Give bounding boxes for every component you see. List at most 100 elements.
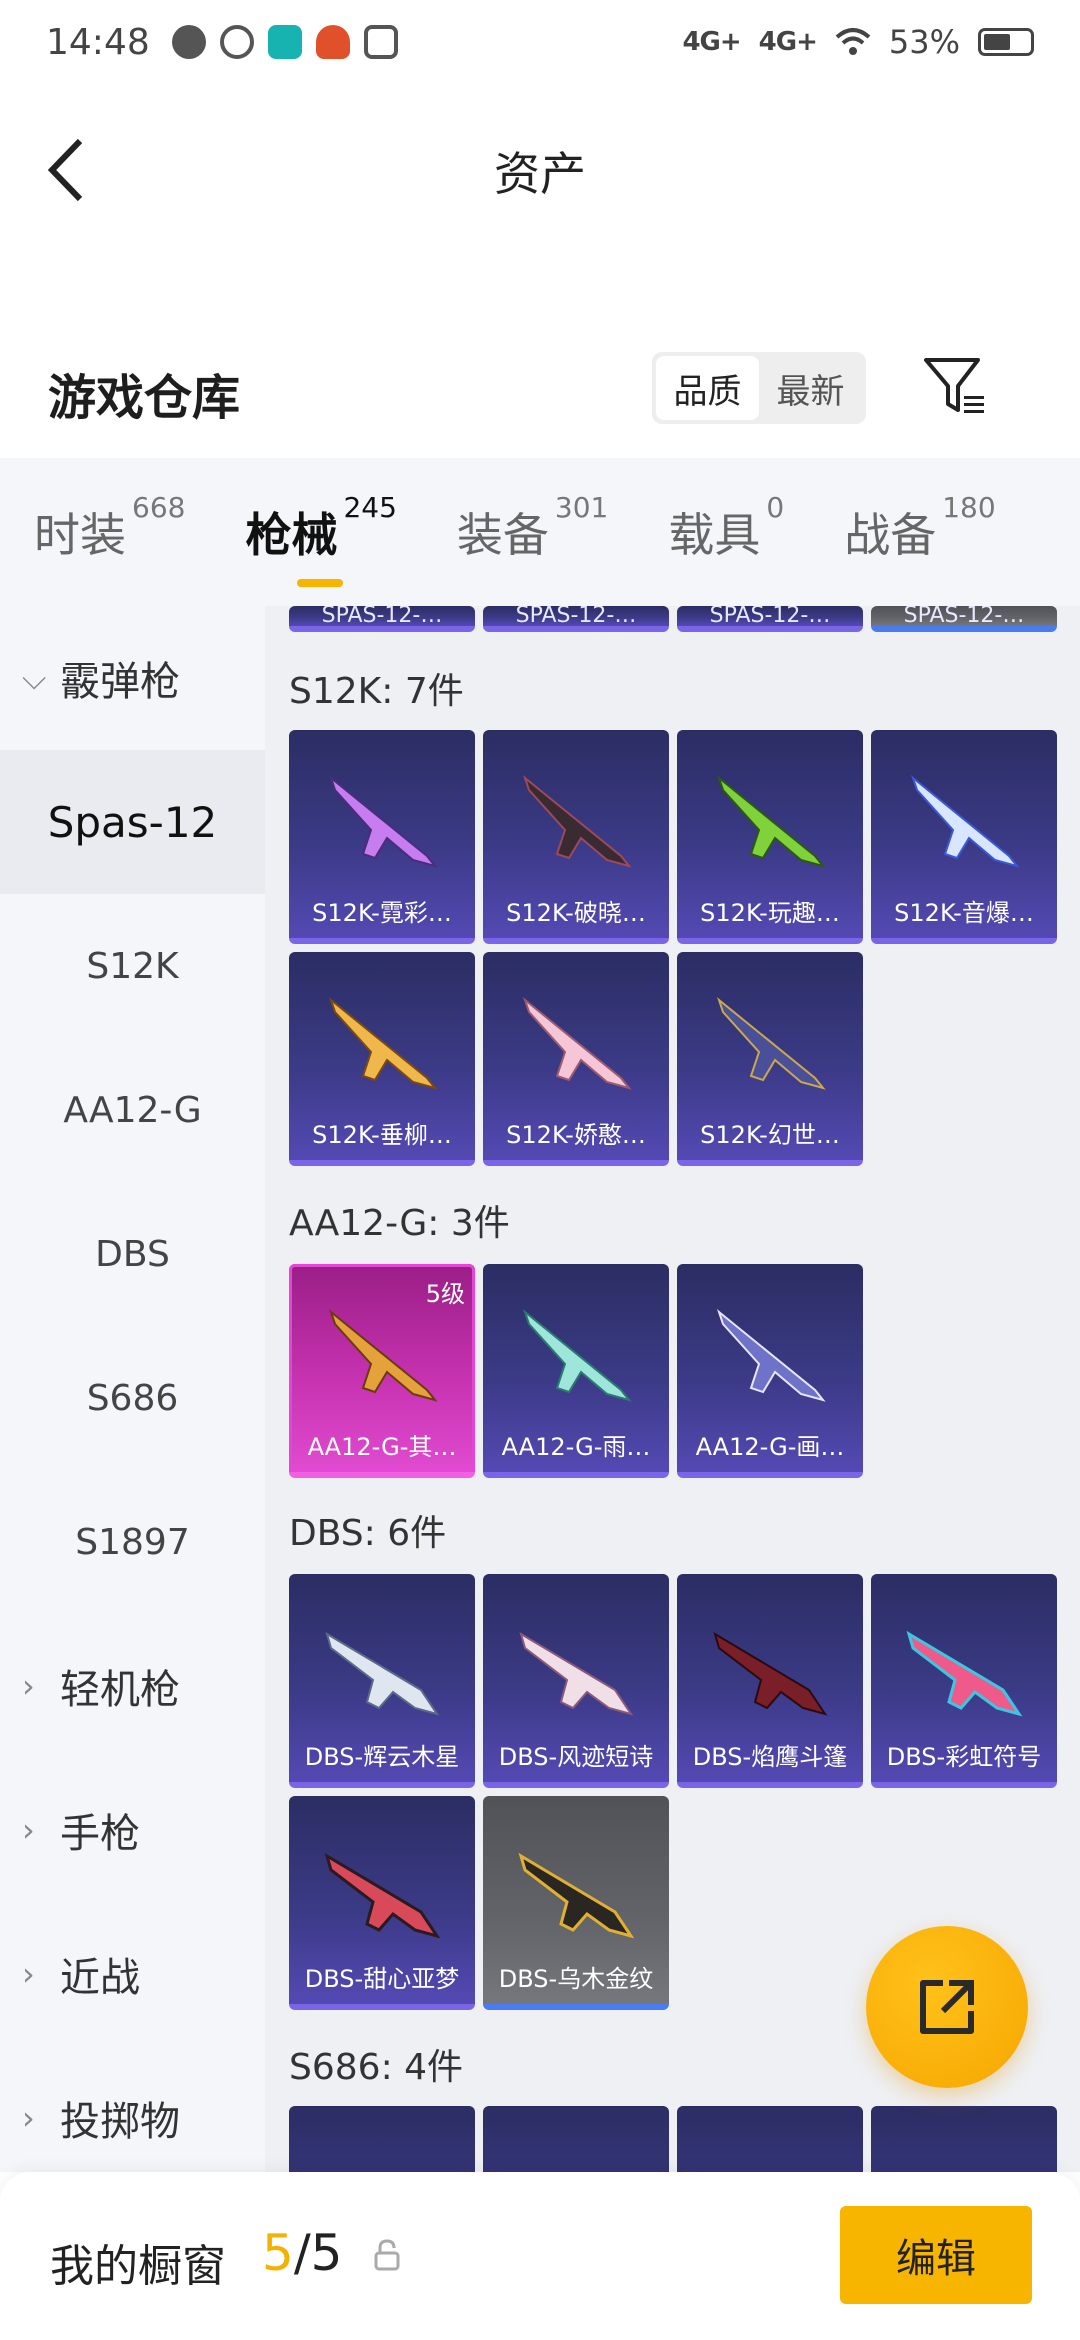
tab-supplies[interactable]: 战备 180 <box>844 491 995 565</box>
shotgun-icon <box>713 1631 828 1716</box>
weapon-name: S12K-玩趣… <box>700 899 840 927</box>
sort-toggle: 品质 最新 <box>652 352 866 424</box>
weapon-card[interactable] <box>677 2106 863 2172</box>
shop-app-icon <box>363 25 398 59</box>
rifle-icon <box>522 1309 632 1402</box>
weapon-name: DBS-焰鹰斗篷 <box>692 1743 848 1771</box>
tab-vehicles[interactable]: 载具 0 <box>668 491 784 565</box>
status-bar: 14:48 4G+ 4G+ 53% <box>0 0 1080 84</box>
sidebar-item-s686[interactable]: S686 <box>0 1326 265 1470</box>
weapon-name: S12K-幻世… <box>700 1121 840 1149</box>
weapon-card[interactable]: DBS-甜心亚梦 <box>289 1796 475 2010</box>
signal-icon: 4G+ <box>682 27 741 57</box>
weapon-name: S12K-破晓… <box>506 899 646 927</box>
sidebar-item-label: Spas-12 <box>47 797 218 847</box>
weapon-card[interactable] <box>483 2106 669 2172</box>
weapon-name: S12K-娇憨… <box>506 1121 646 1149</box>
sidebar-item-label: S1897 <box>75 1521 190 1563</box>
sidebar-group-label: 霰弹枪 <box>60 659 180 705</box>
rifle-icon <box>716 1309 826 1402</box>
app-root: 14:48 4G+ 4G+ 53% 资产 游戏仓库 品质 最新 时装 668 枪… <box>0 0 1080 2340</box>
sidebar-group-shotgun[interactable]: ⌵ 霰弹枪 <box>0 606 265 750</box>
weapon-name: DBS-辉云木星 <box>304 1743 460 1771</box>
tab-weapons[interactable]: 枪械 245 <box>245 491 397 587</box>
section-title-s12k: S12K: 7件 <box>289 671 464 712</box>
sort-quality-option[interactable]: 品质 <box>656 356 759 420</box>
weapon-card[interactable]: SPAS-12-… <box>677 606 863 632</box>
weapon-card[interactable]: DBS-焰鹰斗篷 <box>677 1574 863 1788</box>
sidebar-group-lmg[interactable]: › 轻机枪 <box>0 1614 265 1758</box>
weapon-name: SPAS-12-… <box>515 606 637 628</box>
weapon-card[interactable]: AA12-G-画… <box>677 1264 863 1478</box>
weapon-name: S12K-垂柳… <box>312 1121 452 1149</box>
weapon-card[interactable]: S12K-幻世… <box>677 952 863 1166</box>
weapon-card[interactable]: SPAS-12-… <box>289 606 475 632</box>
rifle-icon <box>328 997 438 1090</box>
weapon-card[interactable]: S12K-破晓… <box>483 730 669 944</box>
weapon-card[interactable]: S12K-音爆… <box>871 730 1057 944</box>
weapon-card[interactable]: S12K-霓彩… <box>289 730 475 944</box>
filter-icon <box>924 358 984 413</box>
tab-label: 时装 <box>34 508 126 562</box>
weapon-name: DBS-甜心亚梦 <box>304 1965 460 1993</box>
tab-equipment[interactable]: 装备 301 <box>456 491 608 565</box>
tab-fashion[interactable]: 时装 668 <box>34 491 185 565</box>
tab-label: 装备 <box>456 508 549 562</box>
showcase-count: 5/5 <box>262 2224 342 2282</box>
app-icon <box>219 25 254 59</box>
sidebar-group-label: 近战 <box>60 1955 140 2001</box>
chevron-right-icon: › <box>22 1955 35 1993</box>
sidebar-item-aa12g[interactable]: AA12-G <box>0 1038 265 1182</box>
weapon-card[interactable]: AA12-G-雨… <box>483 1264 669 1478</box>
weapon-card[interactable]: 5级 AA12-G-其… <box>289 1264 475 1478</box>
tab-count: 301 <box>554 491 609 524</box>
weapon-name: DBS-彩虹符号 <box>886 1743 1042 1771</box>
weapon-name: S12K-霓彩… <box>312 899 452 927</box>
weapon-card[interactable]: DBS-风迹短诗 <box>483 1574 669 1788</box>
weapon-card[interactable]: DBS-彩虹符号 <box>871 1574 1057 1788</box>
sort-latest-option[interactable]: 最新 <box>759 356 862 420</box>
rifle-icon <box>328 1309 438 1402</box>
tab-label: 枪械 <box>245 508 338 562</box>
showcase-count-max: 5 <box>310 2224 343 2282</box>
sidebar-group-throwable[interactable]: › 投掷物 <box>0 2046 265 2190</box>
wifi-icon <box>835 28 871 55</box>
sidebar-item-s12k[interactable]: S12K <box>0 894 265 1038</box>
weapon-card[interactable]: DBS-乌木金纹 <box>483 1796 669 2010</box>
warehouse-title: 游戏仓库 <box>48 370 241 426</box>
weapon-name: AA12-G-其… <box>307 1433 457 1461</box>
chevron-down-icon: ⌵ <box>22 658 47 697</box>
shotgun-icon <box>325 1631 440 1716</box>
weapon-name: AA12-G-画… <box>695 1433 845 1461</box>
sidebar-group-melee[interactable]: › 近战 <box>0 1902 265 2046</box>
sidebar-item-spas12[interactable]: Spas-12 <box>0 750 265 894</box>
sidebar-group-label: 投掷物 <box>60 2099 180 2145</box>
weapon-card[interactable] <box>289 2106 475 2172</box>
weapon-card[interactable]: SPAS-12-… <box>871 606 1057 632</box>
weapon-name: AA12-G-雨… <box>501 1433 651 1461</box>
sidebar-item-label: S12K <box>86 945 179 987</box>
sidebar-group-label: 手枪 <box>60 1811 140 1857</box>
share-fab-button[interactable] <box>866 1926 1028 2088</box>
chevron-right-icon: › <box>22 1811 35 1849</box>
weapon-card[interactable]: S12K-垂柳… <box>289 952 475 1166</box>
edit-button[interactable]: 编辑 <box>840 2206 1032 2304</box>
weapon-card[interactable]: SPAS-12-… <box>483 606 669 632</box>
sidebar-group-pistol[interactable]: › 手枪 <box>0 1758 265 1902</box>
sidebar-group-label: 轻机枪 <box>60 1667 180 1713</box>
tab-count: 668 <box>132 491 186 524</box>
sidebar-item-dbs[interactable]: DBS <box>0 1182 265 1326</box>
game-app-icon <box>315 25 350 59</box>
page-title: 资产 <box>494 147 586 201</box>
sidebar-item-s1897[interactable]: S1897 <box>0 1470 265 1614</box>
filter-button[interactable] <box>920 352 990 422</box>
weapon-card[interactable]: DBS-辉云木星 <box>289 1574 475 1788</box>
section-title-dbs: DBS: 6件 <box>289 1513 447 1554</box>
weapon-card[interactable]: S12K-玩趣… <box>677 730 863 944</box>
sidebar-item-label: S686 <box>86 1377 179 1419</box>
tab-label: 战备 <box>844 508 937 562</box>
weapon-card[interactable] <box>871 2106 1057 2172</box>
boss-app-icon <box>267 25 302 59</box>
shotgun-icon <box>519 1631 634 1716</box>
weapon-card[interactable]: S12K-娇憨… <box>483 952 669 1166</box>
